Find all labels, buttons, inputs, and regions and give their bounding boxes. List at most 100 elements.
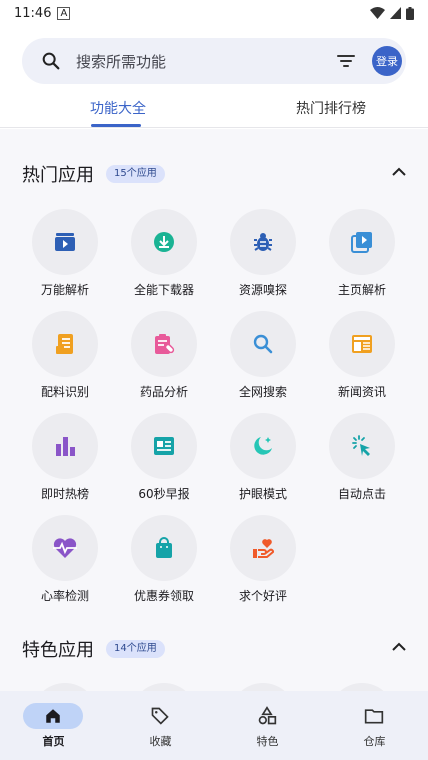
app-icon-bg [131, 311, 197, 377]
folder-icon [364, 709, 384, 724]
app-icon-bg[interactable] [32, 683, 98, 691]
heart-rate-icon [53, 538, 77, 558]
heart-hand-icon [253, 539, 274, 558]
tab-all-features[interactable]: 功能大全 [90, 98, 146, 118]
wifi-icon [370, 7, 385, 19]
app-icon-bg [131, 413, 197, 479]
search-bar[interactable]: 搜索所需功能 登录 [22, 38, 406, 84]
nav-label: 特色 [256, 735, 279, 748]
nav-icon-wrap [130, 703, 190, 729]
app-quanneng-xiazai[interactable]: 全能下载器 [119, 209, 209, 309]
nav-icon-wrap [237, 703, 297, 729]
app-label: 新闻资讯 [337, 385, 386, 399]
filter-icon[interactable] [336, 51, 356, 71]
tap-icon [352, 435, 370, 456]
search-icon [42, 52, 60, 70]
app-zhuye-jiexi[interactable]: 主页解析 [317, 209, 407, 309]
count-badge: 14个应用 [106, 640, 165, 658]
section-header-featured[interactable]: 特色应用 14个应用 [0, 636, 428, 666]
app-label: 万能解析 [40, 283, 89, 297]
app-icon-bg [32, 209, 98, 275]
nav-label: 收藏 [149, 735, 172, 748]
app-youhuiquan-lingqu[interactable]: 优惠券领取 [119, 515, 209, 615]
nav-repository[interactable]: 仓库 [321, 691, 428, 760]
app-icon-bg[interactable] [230, 683, 296, 691]
app-zidong-dianji[interactable]: 自动点击 [317, 413, 407, 513]
bottom-navigation: 首页 收藏 特色 仓库 [0, 691, 428, 760]
bar-chart-icon [56, 437, 75, 456]
night-mode-icon [254, 437, 272, 455]
app-icon-bg[interactable] [131, 683, 197, 691]
bug-icon [254, 233, 272, 251]
app-icon-bg [32, 311, 98, 377]
search-icon [253, 334, 273, 354]
status-right [370, 6, 414, 20]
app-icon-bg [230, 413, 296, 479]
app-label: 60秒早报 [138, 487, 190, 501]
nav-home[interactable]: 首页 [0, 691, 107, 760]
status-bar: 11:46 A [0, 0, 428, 26]
app-icon-bg [230, 209, 296, 275]
download-icon [154, 232, 174, 252]
nav-featured[interactable]: 特色 [214, 691, 321, 760]
app-label: 配料识别 [40, 385, 89, 399]
article-icon [154, 437, 174, 455]
app-icon-bg [329, 413, 395, 479]
app-icon-bg [131, 209, 197, 275]
video-library-icon [351, 232, 372, 253]
app-label: 药品分析 [139, 385, 188, 399]
app-qiuge-haoping[interactable]: 求个好评 [218, 515, 308, 615]
section-title: 热门应用 [22, 165, 94, 186]
app-label: 心率检测 [40, 589, 89, 603]
app-huyan-moshi[interactable]: 护眼模式 [218, 413, 308, 513]
section-header-hot[interactable]: 热门应用 15个应用 [0, 161, 428, 191]
app-icon-bg[interactable] [329, 683, 395, 691]
chevron-up-icon[interactable] [392, 167, 406, 177]
chevron-up-icon[interactable] [392, 642, 406, 652]
app-jishi-rebang[interactable]: 即时热榜 [20, 413, 110, 513]
tab-hot-ranking[interactable]: 热门排行榜 [296, 98, 366, 118]
home-icon [46, 709, 60, 723]
nav-favorites[interactable]: 收藏 [107, 691, 214, 760]
app-label: 优惠券领取 [133, 589, 194, 603]
app-60miao-zaobao[interactable]: 60秒早报 [119, 413, 209, 513]
app-icon-bg [329, 209, 395, 275]
app-label: 护眼模式 [238, 487, 287, 501]
login-button[interactable]: 登录 [372, 46, 402, 76]
count-badge: 15个应用 [106, 165, 165, 183]
nav-icon-wrap [344, 703, 404, 729]
app-icon-bg [131, 515, 197, 581]
app-peiliao-shibie[interactable]: 配料识别 [20, 311, 110, 411]
sim-indicator-icon: A [57, 6, 71, 20]
search-input[interactable]: 搜索所需功能 [76, 51, 166, 72]
app-yaopin-fenxi[interactable]: 药品分析 [119, 311, 209, 411]
main-content[interactable]: 热门应用 15个应用 万能解析 全能下载器 资源嗅探 主页解析 配料识别 药品分… [0, 129, 428, 691]
app-wanneng-jiexi[interactable]: 万能解析 [20, 209, 110, 309]
app-label: 求个好评 [238, 589, 287, 603]
app-xinlv-jiance[interactable]: 心率检测 [20, 515, 110, 615]
shopping-bag-icon [156, 537, 172, 558]
app-icon-bg [32, 413, 98, 479]
medical-note-icon [155, 334, 175, 354]
signal-icon [390, 7, 401, 19]
app-icon-bg [230, 515, 296, 581]
newspaper-icon [352, 335, 372, 353]
app-icon-bg [32, 515, 98, 581]
nav-label: 首页 [42, 735, 65, 748]
app-label: 主页解析 [337, 283, 386, 297]
app-label: 自动点击 [337, 487, 386, 501]
status-time: 11:46 [14, 5, 52, 21]
app-icon-bg [329, 311, 395, 377]
app-ziyuan-xiutan[interactable]: 资源嗅探 [218, 209, 308, 309]
app-xinwen-zixun[interactable]: 新闻资讯 [317, 311, 407, 411]
tag-icon [151, 707, 169, 725]
app-label: 即时热榜 [40, 487, 89, 501]
app-icon-bg [230, 311, 296, 377]
section-title: 特色应用 [22, 640, 94, 661]
app-quanwang-sousuo[interactable]: 全网搜索 [218, 311, 308, 411]
app-label: 全网搜索 [238, 385, 287, 399]
app-label: 全能下载器 [133, 283, 194, 297]
video-folder-icon [55, 233, 75, 251]
tab-indicator [91, 124, 141, 127]
nav-active-indicator [23, 703, 83, 729]
